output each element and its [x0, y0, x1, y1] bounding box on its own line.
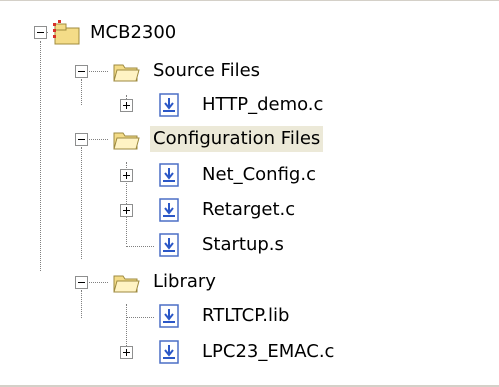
- source-file-icon: [159, 93, 179, 117]
- source-file-icon: [159, 163, 179, 187]
- tree-group-source-files[interactable]: Source Files: [150, 58, 263, 84]
- expand-toggle[interactable]: [120, 169, 133, 182]
- tree-line: [126, 246, 154, 247]
- collapse-toggle[interactable]: [75, 133, 88, 146]
- folder-open-icon: [113, 64, 140, 82]
- source-file-icon: [159, 340, 179, 364]
- tree-line: [81, 290, 82, 318]
- expand-toggle[interactable]: [120, 346, 133, 359]
- expand-toggle[interactable]: [120, 204, 133, 217]
- expand-toggle[interactable]: [120, 99, 133, 112]
- folder-open-icon: [113, 132, 140, 150]
- project-tree-panel: MCB2300 Source Files HTTP_demo.c Configu…: [0, 0, 499, 387]
- tree-line: [40, 41, 41, 271]
- tree-root-label[interactable]: MCB2300: [87, 20, 179, 46]
- tree-file-label[interactable]: Net_Config.c: [199, 162, 319, 188]
- tree-line: [81, 147, 82, 259]
- tree-file-label[interactable]: Retarget.c: [199, 197, 298, 223]
- tree-file-label[interactable]: Startup.s: [199, 232, 287, 258]
- tree-file-label[interactable]: HTTP_demo.c: [199, 92, 326, 118]
- source-file-icon: [159, 198, 179, 222]
- tree-file-label[interactable]: RTLTCP.lib: [199, 303, 292, 329]
- library-file-icon: [159, 304, 179, 328]
- tree-line: [81, 79, 82, 105]
- folder-open-icon: [113, 275, 140, 293]
- tree-file-label[interactable]: LPC23_EMAC.c: [199, 339, 337, 365]
- collapse-toggle[interactable]: [34, 26, 47, 39]
- project-icon: [53, 20, 80, 45]
- tree-group-configuration-files[interactable]: Configuration Files: [150, 126, 324, 152]
- tree-group-library[interactable]: Library: [150, 269, 219, 295]
- collapse-toggle[interactable]: [75, 276, 88, 289]
- source-file-icon: [159, 233, 179, 257]
- collapse-toggle[interactable]: [75, 65, 88, 78]
- tree-line: [126, 317, 154, 318]
